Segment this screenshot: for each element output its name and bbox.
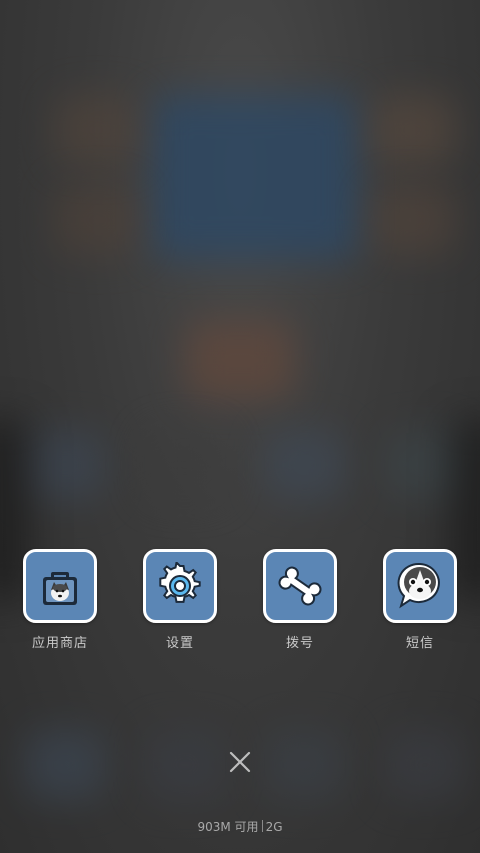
husky-speech-bubble-icon — [397, 562, 440, 609]
memory-available: 903M 可用 — [197, 820, 259, 834]
messages-shortcut[interactable]: 短信 — [360, 549, 480, 651]
app-label: 拨号 — [285, 636, 314, 651]
settings-shortcut[interactable]: 设置 — [120, 549, 240, 651]
app-label: 应用商店 — [31, 636, 88, 651]
app-store-tile[interactable] — [23, 549, 97, 623]
app-label: 短信 — [405, 636, 434, 651]
close-icon[interactable] — [229, 751, 251, 773]
status-divider — [261, 820, 263, 832]
recent-apps-dock: 应用商店 设置 拨号 短信 — [0, 549, 480, 659]
memory-status: 903M 可用 2G — [0, 818, 480, 835]
network-type: 2G — [265, 820, 283, 834]
app-label: 设置 — [165, 636, 194, 651]
bone-icon — [278, 566, 322, 606]
dialer-shortcut[interactable]: 拨号 — [240, 549, 360, 651]
gear-icon — [159, 562, 201, 603]
settings-tile[interactable] — [143, 549, 217, 623]
dialer-tile[interactable] — [263, 549, 337, 623]
app-store-shortcut[interactable]: 应用商店 — [0, 549, 120, 651]
messages-tile[interactable] — [383, 549, 457, 623]
app-store-bag-icon — [43, 572, 77, 605]
